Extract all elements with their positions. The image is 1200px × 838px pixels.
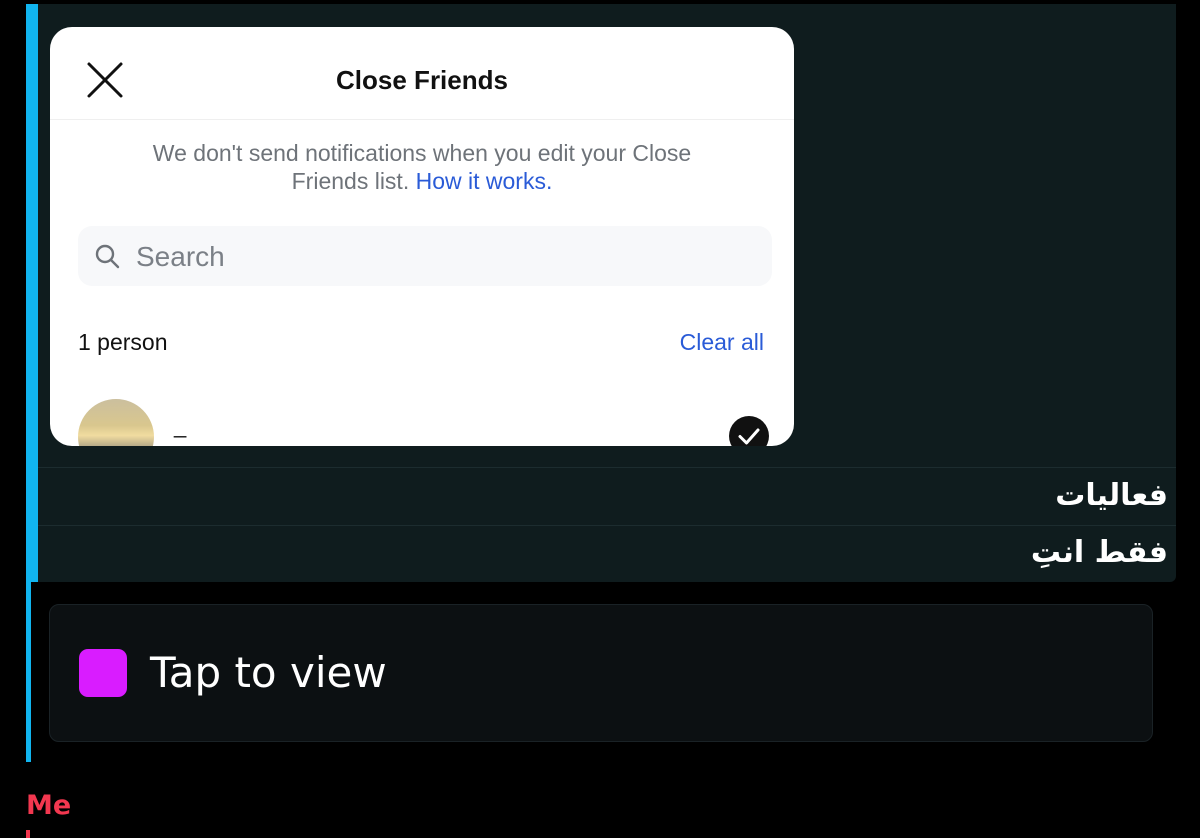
message-line: فعاليات — [1055, 478, 1168, 513]
contact-name: _ — [174, 413, 187, 438]
close-friends-modal-screenshot[interactable]: Close Friends We don't send notification… — [50, 27, 794, 446]
tap-to-view-card[interactable]: Tap to view — [49, 604, 1153, 742]
notice-text: We don't send notifications when you edi… — [140, 139, 704, 195]
chat-view: Close Friends We don't send notification… — [0, 0, 1200, 838]
modal-title: Close Friends — [336, 65, 508, 95]
divider — [38, 525, 1176, 526]
message-line: فقط انتِ — [1030, 535, 1168, 570]
search-box[interactable] — [78, 226, 772, 286]
media-square-icon — [79, 649, 127, 697]
how-it-works-link[interactable]: How it works. — [416, 168, 553, 194]
search-input[interactable] — [134, 236, 738, 278]
divider — [38, 467, 1176, 468]
message-accent-bar — [26, 582, 31, 762]
tap-to-view-label: Tap to view — [150, 648, 387, 697]
sender-accent-mark — [26, 830, 30, 838]
modal-header: Close Friends — [50, 27, 794, 120]
search-icon — [95, 244, 120, 269]
avatar[interactable] — [78, 399, 154, 446]
quote-accent-bar — [26, 4, 38, 582]
clear-all-button[interactable]: Clear all — [680, 328, 764, 356]
sender-name: Me — [26, 790, 72, 821]
checkmark-icon[interactable] — [729, 416, 769, 446]
selected-count: 1 person — [78, 329, 168, 355]
